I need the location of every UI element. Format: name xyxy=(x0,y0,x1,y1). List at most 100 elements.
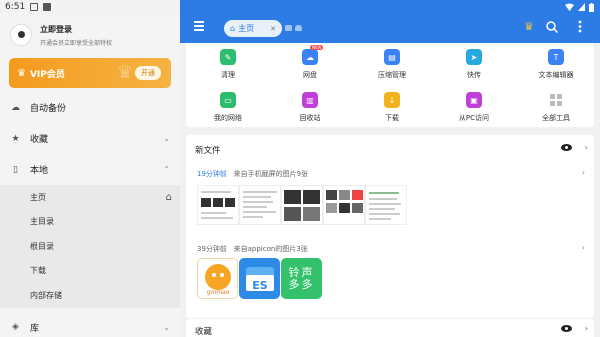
chevron-right-icon[interactable]: › xyxy=(582,168,585,177)
lingsheng-duoduo-icon[interactable]: 铃声多多 xyxy=(281,258,322,299)
broom-icon: ✎ xyxy=(220,49,236,65)
tool-cloud-drive[interactable]: ☁ NEW 网盘 xyxy=(280,45,340,80)
nav-favorites[interactable]: ★ 收藏 ⌄ xyxy=(0,123,180,154)
signal-icon xyxy=(578,3,585,11)
new-files-card: 新文件 › 19分钟前 来自手机截屏的图片9张 › 39分钟前 来自appico… xyxy=(186,135,594,318)
vip-crown-icon[interactable]: ♛ xyxy=(524,20,534,33)
svg-text:gmmao: gmmao xyxy=(206,289,229,296)
grid-icon xyxy=(548,92,564,108)
eye-icon[interactable] xyxy=(561,144,572,151)
status-bar: 6:51 xyxy=(0,0,180,14)
top-app-bar: ⌂ 主页 ✕ ♛ xyxy=(180,0,600,43)
trash-icon: ▥ xyxy=(302,92,318,108)
favorites-title: 收藏 xyxy=(195,327,213,337)
download-icon: ↓ xyxy=(384,92,400,108)
login-title: 立即登录 xyxy=(40,24,72,34)
tab-placeholder-icon[interactable] xyxy=(285,25,292,31)
screenshot-thumbnails xyxy=(197,185,407,225)
tool-text-editor[interactable]: T 文本编辑器 xyxy=(526,49,586,80)
tool-all-tools[interactable]: 全部工具 xyxy=(526,92,586,123)
screenshot-group-header[interactable]: 19分钟前 来自手机截屏的图片9张 xyxy=(197,169,308,179)
chevron-right-icon[interactable]: › xyxy=(585,143,588,152)
wifi-icon xyxy=(565,3,574,11)
favorites-card: 收藏 › xyxy=(186,319,594,337)
app-icon-thumbnails: gmmao ES 铃声多多 xyxy=(197,258,322,299)
chevron-right-icon[interactable]: › xyxy=(585,324,588,333)
login-subtitle: 开通会员立即享受全部特权 xyxy=(40,39,113,47)
status-time: 6:51 xyxy=(5,2,26,12)
cube-icon: ◈ xyxy=(12,322,19,332)
navigation-drawer: 立即登录 开通会员立即享受全部特权 ♛ VIP会员 ♛ 开通 ☁ 自动备份 ★ … xyxy=(0,14,180,337)
vip-open-button[interactable]: 开通 xyxy=(135,66,161,80)
nav-favorites-label: 收藏 xyxy=(30,135,49,145)
tool-clean[interactable]: ✎ 清理 xyxy=(198,49,258,80)
close-tab-icon[interactable]: ✕ xyxy=(270,25,276,33)
vip-label: VIP会员 xyxy=(29,69,65,80)
new-files-title: 新文件 xyxy=(195,146,221,156)
tools-card: ✎ 清理 ☁ NEW 网盘 ▤ 压缩管理 ➤ 快传 T 文本编辑器 ▭ 我的网络… xyxy=(186,43,594,127)
group-desc: 来自appicon的图片3张 xyxy=(233,245,308,253)
star-icon: ★ xyxy=(11,133,20,144)
search-icon[interactable] xyxy=(546,21,558,33)
notification-icon-2 xyxy=(43,3,52,11)
nav-auto-backup[interactable]: ☁ 自动备份 xyxy=(0,92,180,123)
home-icon: ⌂ xyxy=(230,24,236,33)
login-row[interactable]: 立即登录 开通会员立即享受全部特权 xyxy=(0,14,180,56)
gmmao-app-icon[interactable]: gmmao xyxy=(197,258,238,299)
nav-local-label: 本地 xyxy=(30,166,49,176)
screenshot-thumb[interactable] xyxy=(239,185,281,225)
nav-auto-backup-label: 自动备份 xyxy=(30,104,67,114)
local-item-internal-storage[interactable]: 内部存储 xyxy=(0,283,180,308)
cloud-icon: ☁ xyxy=(302,49,318,65)
nav-library[interactable]: ◈ 库 ⌄ xyxy=(0,312,180,337)
group-time: 39分钟前 xyxy=(197,245,227,253)
appicon-group-header[interactable]: 39分钟前 来自appicon的图片3张 xyxy=(197,244,308,254)
screenshot-thumb[interactable] xyxy=(197,185,239,225)
tool-quick-send[interactable]: ➤ 快传 xyxy=(444,49,504,80)
tool-zip-manager[interactable]: ▤ 压缩管理 xyxy=(362,49,422,80)
tool-pc-access[interactable]: ▣ 从PC访问 xyxy=(444,92,504,123)
chevron-right-icon[interactable]: › xyxy=(582,243,585,252)
main-content: ✎ 清理 ☁ NEW 网盘 ▤ 压缩管理 ➤ 快传 T 文本编辑器 ▭ 我的网络… xyxy=(180,43,600,337)
chevron-up-icon: ⌃ xyxy=(163,165,170,174)
group-desc: 来自手机截屏的图片9张 xyxy=(233,170,309,178)
eye-icon[interactable] xyxy=(561,325,572,332)
svg-text:ES: ES xyxy=(252,279,268,292)
router-icon: ▭ xyxy=(220,92,236,108)
tab-home-label: 主页 xyxy=(238,24,255,33)
tool-recycle-bin[interactable]: ▥ 回收站 xyxy=(280,92,340,123)
screenshot-thumb[interactable] xyxy=(365,185,407,225)
group-time: 19分钟前 xyxy=(197,170,227,178)
avatar xyxy=(10,24,32,46)
nav-library-label: 库 xyxy=(30,323,40,334)
phone-icon: ▯ xyxy=(13,164,18,175)
tab-home[interactable]: ⌂ 主页 ✕ xyxy=(224,20,282,37)
local-item-download[interactable]: 下载 xyxy=(0,258,180,283)
chevron-down-icon: ⌄ xyxy=(163,134,170,143)
more-options-icon[interactable] xyxy=(578,20,582,33)
screenshot-thumb[interactable] xyxy=(323,185,365,225)
cloud-backup-icon: ☁ xyxy=(11,102,20,113)
battery-icon xyxy=(589,2,594,12)
nav-local[interactable]: ▯ 本地 ⌃ xyxy=(0,154,180,185)
tool-my-network[interactable]: ▭ 我的网络 xyxy=(198,92,258,123)
hamburger-menu-icon[interactable] xyxy=(194,21,204,33)
es-file-explorer-icon[interactable]: ES xyxy=(239,258,280,299)
vip-banner[interactable]: ♛ VIP会员 ♛ 开通 xyxy=(9,58,171,88)
monitor-icon: ▣ xyxy=(466,92,482,108)
paper-plane-icon: ➤ xyxy=(466,49,482,65)
zip-icon: ▤ xyxy=(384,49,400,65)
crown-icon: ♛ xyxy=(17,67,26,79)
local-item-main-dir[interactable]: 主目录 xyxy=(0,209,180,234)
vip-decoration-icon: ♛ xyxy=(116,62,133,83)
screenshot-thumb[interactable] xyxy=(281,185,323,225)
local-item-home[interactable]: 主页 ⌂ xyxy=(0,185,180,210)
notification-icon xyxy=(30,3,39,11)
text-editor-icon: T xyxy=(548,49,564,65)
cloud-tab-icon[interactable] xyxy=(295,25,302,31)
new-badge: NEW xyxy=(310,45,324,50)
tool-download[interactable]: ↓ 下载 xyxy=(362,92,422,123)
local-item-root-dir[interactable]: 根目录 xyxy=(0,234,180,259)
home-icon[interactable]: ⌂ xyxy=(166,192,172,203)
status-icons xyxy=(565,0,600,14)
